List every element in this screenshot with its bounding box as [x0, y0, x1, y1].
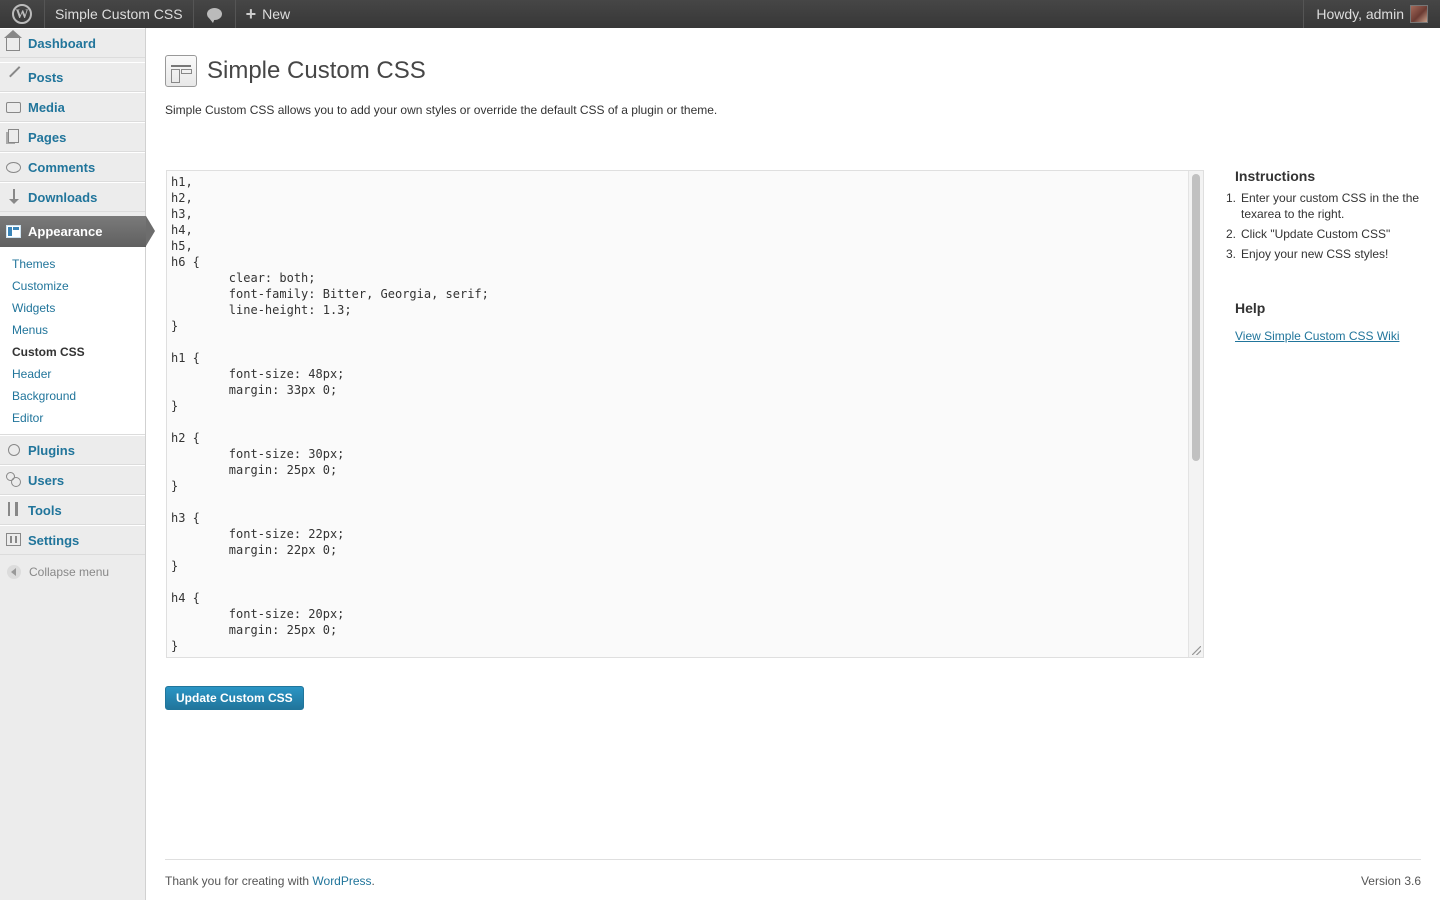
users-icon	[6, 472, 22, 488]
wordpress-link[interactable]: WordPress	[312, 874, 371, 888]
instruction-step: Click "Update Custom CSS"	[1241, 227, 1391, 241]
appearance-submenu: Themes Customize Widgets Menus Custom CS…	[0, 247, 145, 435]
sidebar-item-tools[interactable]: Tools	[0, 495, 145, 525]
sidebar-item-label: Plugins	[28, 442, 75, 458]
custom-css-textarea[interactable]: h1, h2, h3, h4, h5, h6 { clear: both; fo…	[166, 170, 1204, 658]
collapse-arrow-icon	[7, 565, 21, 579]
site-name-link[interactable]: Simple Custom CSS	[45, 0, 194, 28]
sidebar-item-plugins[interactable]: Plugins	[0, 435, 145, 465]
wordpress-logo-icon: W	[12, 4, 32, 24]
submenu-item-header[interactable]: Header	[0, 363, 145, 385]
collapse-menu-button[interactable]: Collapse menu	[0, 555, 145, 589]
submenu-item-background[interactable]: Background	[0, 385, 145, 407]
sidebar-item-label: Users	[28, 472, 65, 488]
sidebar-item-label: Tools	[28, 502, 62, 518]
sidebar-item-label: Pages	[28, 129, 67, 145]
sidebar-item-dashboard[interactable]: Dashboard	[0, 28, 145, 58]
instructions-list: 1. Enter your custom CSS in the the texar…	[1224, 190, 1424, 262]
css-content[interactable]: h1, h2, h3, h4, h5, h6 { clear: both; fo…	[167, 171, 1203, 654]
submenu-item-custom-css[interactable]: Custom CSS	[0, 341, 145, 363]
list-item: 2. Click "Update Custom CSS"	[1225, 227, 1391, 241]
main-content: Simple Custom CSS Simple Custom CSS allo…	[146, 28, 1440, 900]
sidebar-item-label: Media	[28, 99, 65, 115]
page-title: Simple Custom CSS	[207, 57, 426, 84]
textarea-scrollbar[interactable]	[1188, 171, 1203, 657]
comment-bubble-icon	[206, 8, 222, 23]
sidebar-item-comments[interactable]: Comments	[0, 152, 145, 182]
howdy-label: Howdy, admin	[1316, 6, 1404, 22]
tools-icon	[6, 502, 22, 518]
dashboard-icon	[4, 30, 22, 51]
comments-icon	[6, 159, 22, 175]
plugins-icon	[6, 442, 22, 458]
sidebar-item-label: Appearance	[28, 224, 103, 239]
sidebar-item-posts[interactable]: Posts	[0, 62, 145, 92]
scrollbar-thumb[interactable]	[1192, 174, 1200, 461]
submenu-item-customize[interactable]: Customize	[0, 275, 145, 297]
pages-icon	[6, 129, 22, 145]
sidebar-item-settings[interactable]: Settings	[0, 525, 145, 555]
media-icon	[6, 99, 22, 115]
appearance-icon	[6, 224, 22, 240]
sidebar-item-downloads[interactable]: Downloads	[0, 182, 145, 212]
new-content-menu[interactable]: + New	[236, 0, 301, 28]
sidebar-item-pages[interactable]: Pages	[0, 122, 145, 152]
sidebar-item-media[interactable]: Media	[0, 92, 145, 122]
appearance-page-icon	[165, 55, 197, 87]
update-custom-css-button[interactable]: Update Custom CSS	[165, 686, 304, 710]
admin-sidebar: Dashboard Posts Media Pages Comments Dow…	[0, 28, 155, 900]
plus-icon: +	[245, 3, 257, 24]
sidebar-item-label: Dashboard	[28, 35, 96, 51]
instruction-step: Enjoy your new CSS styles!	[1241, 247, 1389, 261]
sidebar-item-label: Posts	[28, 69, 64, 85]
submenu-item-widgets[interactable]: Widgets	[0, 297, 145, 319]
footer: Thank you for creating with WordPress. V…	[165, 859, 1421, 888]
page-description: Simple Custom CSS allows you to add your…	[165, 103, 718, 117]
version-label: Version 3.6	[1360, 874, 1421, 888]
downloads-icon	[6, 189, 22, 205]
wiki-link[interactable]: View Simple Custom CSS Wiki	[1235, 329, 1424, 343]
sidebar-item-label: Downloads	[28, 189, 98, 205]
submenu-item-themes[interactable]: Themes	[0, 253, 145, 275]
help-heading: Help	[1235, 300, 1266, 316]
instruction-step: Enter your custom CSS in the the texarea…	[1241, 191, 1420, 221]
pin-icon	[6, 66, 29, 86]
instructions-heading: Instructions	[1235, 168, 1316, 184]
resize-handle-icon[interactable]	[1192, 646, 1201, 655]
admin-bar: W Simple Custom CSS + New Howdy, admin	[0, 0, 1440, 28]
sidebar-item-label: Comments	[28, 159, 96, 175]
page-header: Simple Custom CSS	[165, 55, 426, 87]
list-item: 1. Enter your custom CSS in the the texar…	[1224, 190, 1424, 222]
my-account-menu[interactable]: Howdy, admin	[1303, 0, 1440, 28]
comments-link[interactable]	[194, 0, 236, 28]
avatar	[1410, 5, 1428, 23]
footer-thanks: Thank you for creating with WordPress.	[165, 874, 375, 888]
sidebar-item-users[interactable]: Users	[0, 465, 145, 495]
wordpress-logo-menu[interactable]: W	[0, 0, 45, 28]
collapse-menu-label: Collapse menu	[29, 565, 110, 579]
list-item: 3. Enjoy your new CSS styles!	[1225, 247, 1389, 261]
sidebar-item-appearance[interactable]: Appearance	[0, 216, 155, 247]
new-content-label: New	[262, 6, 291, 22]
submenu-item-menus[interactable]: Menus	[0, 319, 145, 341]
sidebar-item-label: Settings	[28, 532, 80, 548]
settings-icon	[6, 532, 22, 548]
instructions-panel: Instructions 1. Enter your custom CSS in …	[1224, 168, 1424, 343]
submenu-item-editor[interactable]: Editor	[0, 407, 145, 429]
